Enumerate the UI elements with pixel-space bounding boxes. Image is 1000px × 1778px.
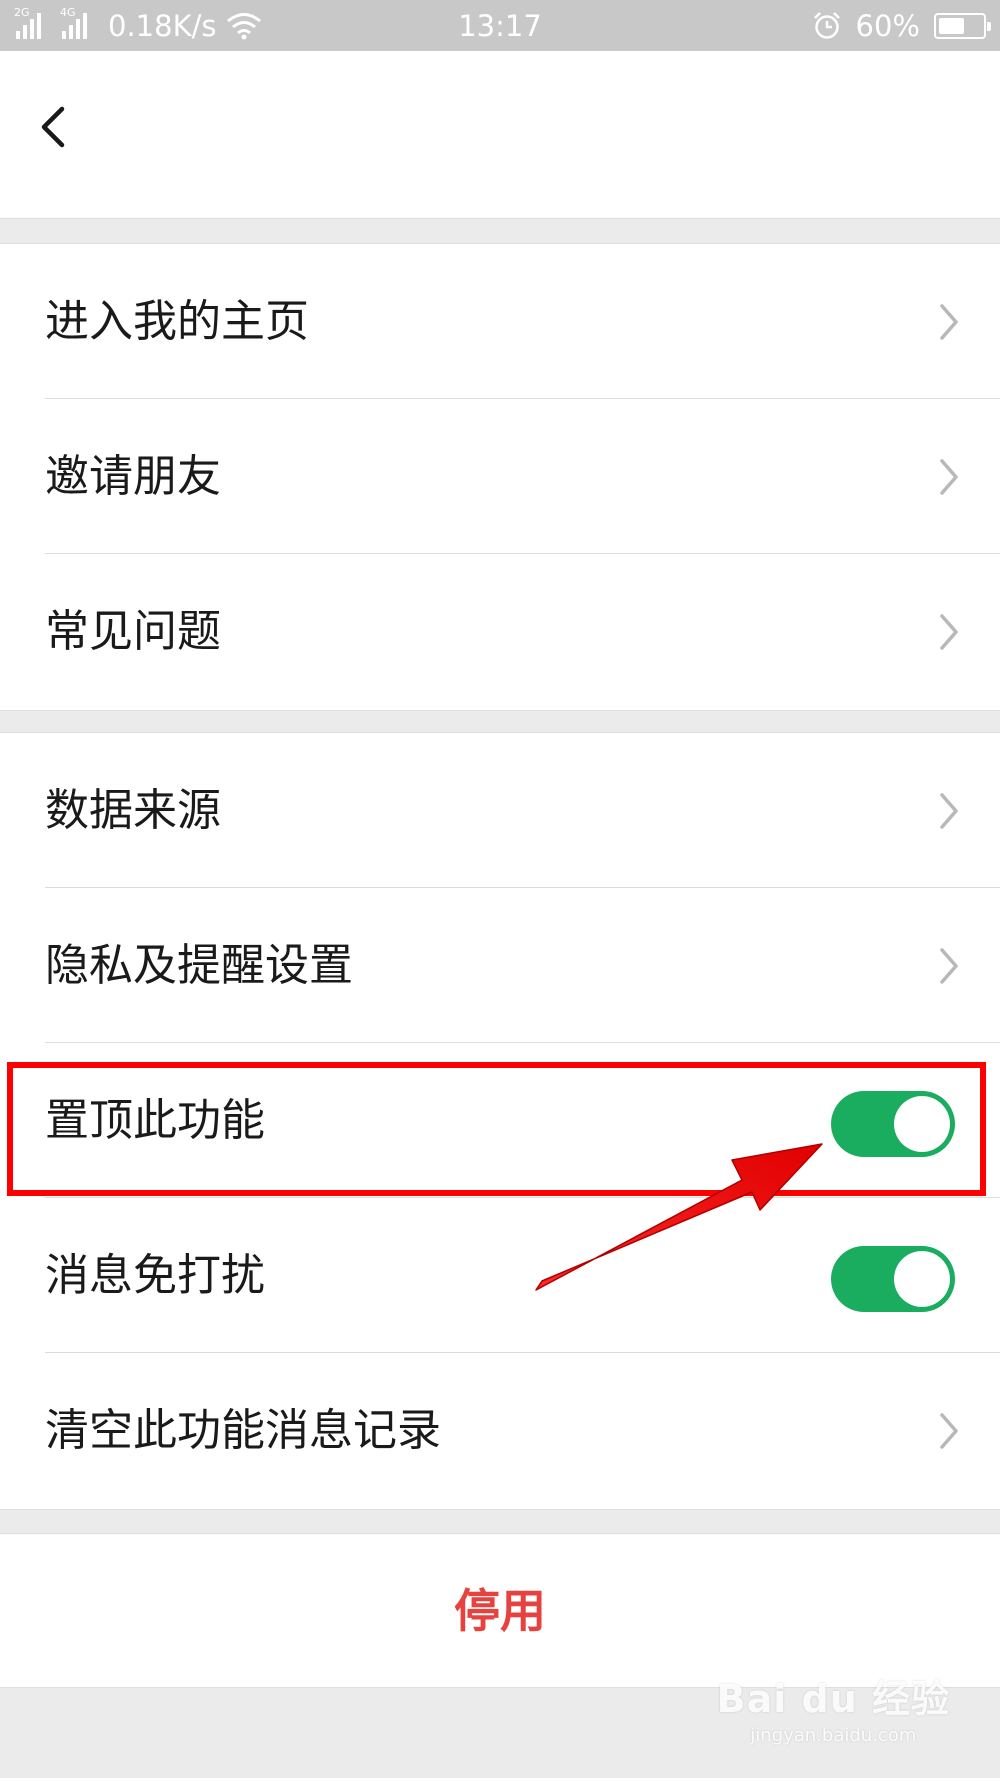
settings-row-label: 进入我的主页 <box>45 296 309 347</box>
settings-row[interactable]: 清空此功能消息记录 <box>0 1353 1000 1508</box>
settings-row-label: 邀请朋友 <box>45 451 221 502</box>
status-bar: 2G 4G 0.18K/s 13:17 60% <box>0 0 1000 51</box>
settings-row[interactable]: 隐私及提醒设置 <box>0 888 1000 1043</box>
settings-row-label: 数据来源 <box>45 785 221 836</box>
settings-row-label: 清空此功能消息记录 <box>45 1405 441 1456</box>
settings-row-label: 隐私及提醒设置 <box>45 940 353 991</box>
settings-group-3: 停用 <box>0 1533 1000 1688</box>
watermark-url: jingyan.baidu.com <box>750 1725 917 1746</box>
settings-row[interactable]: 常见问题 <box>0 554 1000 709</box>
chevron-right-icon <box>940 793 958 829</box>
chevron-left-icon[interactable] <box>28 87 88 167</box>
settings-row[interactable]: 消息免打扰 <box>0 1198 1000 1353</box>
battery-icon <box>934 13 991 39</box>
chevron-right-icon <box>940 1413 958 1449</box>
chevron-right-icon <box>940 614 958 650</box>
toggle-switch[interactable] <box>831 1246 955 1312</box>
battery-percent: 60% <box>855 9 920 43</box>
alarm-icon <box>813 12 840 39</box>
disable-button[interactable]: 停用 <box>0 1534 1000 1689</box>
settings-row-label: 消息免打扰 <box>45 1250 265 1301</box>
settings-row-label: 常见问题 <box>45 606 221 657</box>
settings-group-1: 进入我的主页 邀请朋友常见问题 <box>0 243 1000 711</box>
battery-level <box>939 18 965 34</box>
chevron-right-icon <box>940 304 958 340</box>
nav-bar <box>0 51 1000 219</box>
settings-row[interactable]: 进入我的主页 <box>0 244 1000 399</box>
watermark: Bai du 经验 jingyan.baidu.com <box>717 1668 950 1746</box>
highlight-annotation <box>7 1062 986 1196</box>
chevron-right-icon <box>940 459 958 495</box>
toggle-knob <box>894 1251 950 1307</box>
status-right: 60% <box>812 9 991 43</box>
watermark-logo: Bai du 经验 <box>716 1677 950 1721</box>
settings-row[interactable]: 数据来源 <box>0 733 1000 888</box>
settings-row[interactable]: 邀请朋友 <box>0 399 1000 554</box>
chevron-right-icon <box>940 948 958 984</box>
